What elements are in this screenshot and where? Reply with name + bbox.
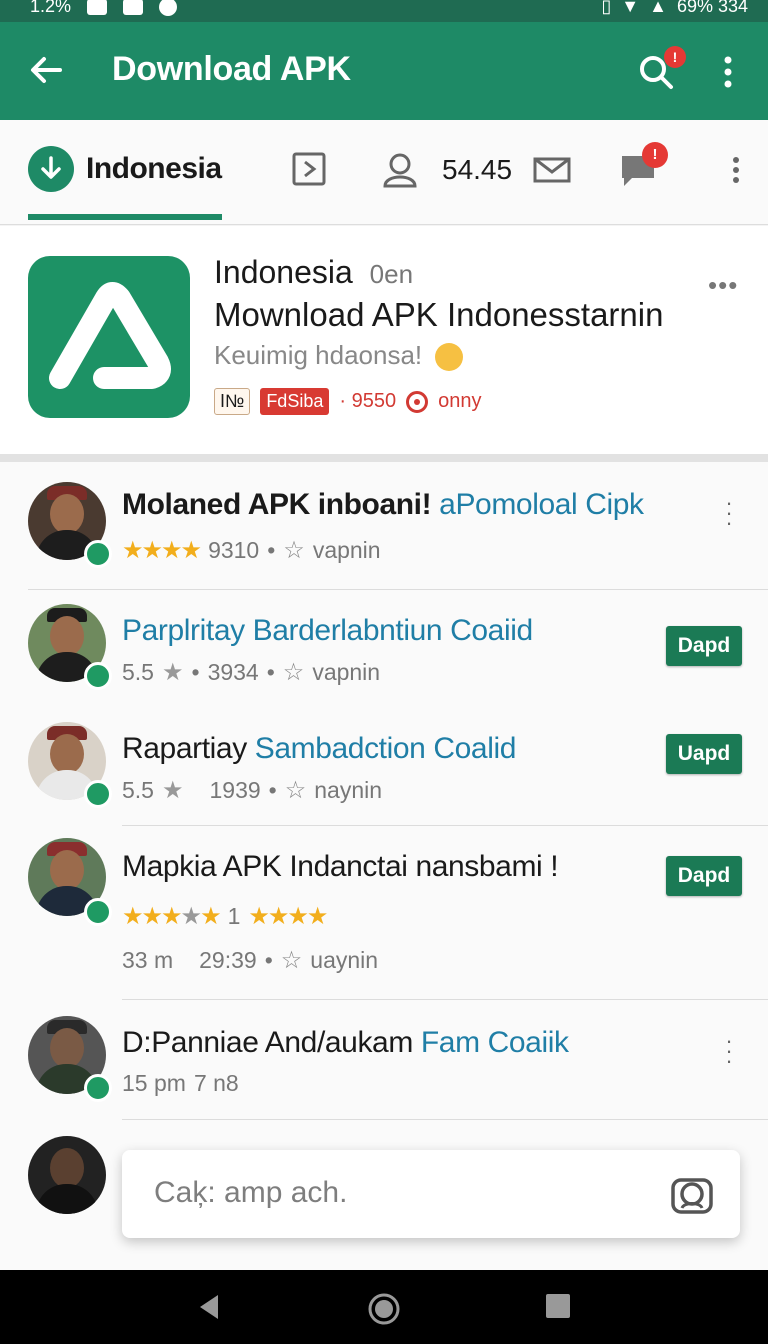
app-bar: Download APK ! bbox=[0, 22, 768, 120]
list-item[interactable]: Mapkia APK Indanctai nansbami ! ★★★★★ 1 … bbox=[0, 826, 768, 1000]
search-notification-badge: ! bbox=[664, 46, 686, 68]
more-vert-icon[interactable]: · · · bbox=[722, 492, 736, 534]
rating-stars-icon: ★★★★ bbox=[122, 537, 202, 564]
app-header-title-row: Indonesia 0en bbox=[214, 254, 413, 291]
search-input[interactable]: Caķ: amp ach. bbox=[154, 1176, 347, 1210]
tab-bar: Indonesia 54.45 ! bbox=[0, 120, 768, 225]
user-icon[interactable] bbox=[380, 150, 420, 190]
verified-icon bbox=[84, 540, 112, 568]
download-icon bbox=[28, 146, 74, 192]
app-name: Mownload APK Indonesstarnin bbox=[214, 296, 664, 333]
list-item-meta: 5.5 ★ 1939 • ☆ naynin bbox=[122, 777, 383, 804]
meta-label: onny bbox=[438, 390, 482, 412]
list-item-meta: 5.5 ★ • 3934 • ☆ vapnin bbox=[122, 659, 381, 686]
verified-icon bbox=[84, 780, 112, 808]
wifi-icon: ▼ bbox=[621, 0, 640, 16]
star-outline-icon: ☆ bbox=[282, 659, 305, 686]
rating-stars-icon: ★★★★ bbox=[248, 903, 328, 930]
app-tagline: Keuimig hdaonsa! bbox=[214, 340, 423, 370]
list-item[interactable]: Molaned APK inboani! aPomoloal Cipk ★★★★… bbox=[0, 462, 768, 590]
flag-icon[interactable] bbox=[290, 150, 330, 190]
star-icon: ★ bbox=[161, 777, 184, 804]
smiley-icon bbox=[435, 343, 464, 372]
more-vert-icon[interactable] bbox=[716, 150, 756, 190]
image-icon bbox=[123, 0, 144, 15]
app-header-title: Indonesia bbox=[214, 254, 353, 290]
back-triangle-icon[interactable] bbox=[196, 1292, 222, 1322]
list-item[interactable]: Rapartiay Sambadction Coalid 5.5 ★ 1939 … bbox=[0, 708, 768, 826]
category-chip[interactable]: FdSiba bbox=[260, 388, 330, 415]
list-item-meta: 15 pm 7 n8 bbox=[122, 1070, 239, 1096]
update-button[interactable]: Uapd bbox=[666, 734, 742, 774]
target-icon bbox=[406, 390, 429, 413]
status-right-text: 69% 334 bbox=[676, 0, 748, 16]
app-meta-row: I№ FdSiba · 9550 onny bbox=[214, 388, 481, 415]
verified-icon bbox=[84, 662, 112, 690]
signal-icon: ▲ bbox=[649, 0, 667, 16]
home-circle-icon[interactable] bbox=[367, 1292, 401, 1326]
rating-stars-icon: ★★★★★ bbox=[122, 903, 222, 930]
mail-icon bbox=[87, 0, 108, 15]
tab-count: 54.45 bbox=[442, 154, 513, 185]
avatar bbox=[28, 1136, 106, 1214]
emoji-icon bbox=[159, 0, 178, 16]
app-list: Molaned APK inboani! aPomoloal Cipk ★★★★… bbox=[0, 462, 768, 1270]
star-outline-icon: ☆ bbox=[284, 777, 307, 804]
tab-home[interactable]: Indonesia bbox=[28, 146, 222, 192]
mail-icon[interactable] bbox=[532, 150, 572, 190]
back-arrow-icon[interactable] bbox=[26, 50, 66, 90]
download-button[interactable]: Dapd bbox=[666, 856, 742, 896]
more-vert-icon[interactable]: · · · bbox=[722, 1030, 736, 1072]
page-title: Download APK bbox=[112, 50, 351, 88]
star-outline-icon: ☆ bbox=[280, 947, 303, 974]
tab-home-label: Indonesia bbox=[86, 152, 222, 185]
star-outline-icon: ☆ bbox=[283, 537, 305, 564]
list-item-title: Rapartiay Sambadction Coalid bbox=[122, 732, 517, 765]
list-item-meta: ★★★★★ 1 ★★★★ bbox=[122, 903, 328, 930]
star-icon: ★ bbox=[161, 659, 184, 686]
battery-percent-text: 1.2% bbox=[30, 0, 72, 16]
vibrate-icon: ▯ bbox=[601, 0, 612, 16]
app-header-title-suffix: 0en bbox=[369, 259, 414, 289]
list-item-meta: ★★★★ 9310 • ☆ vapnin bbox=[122, 537, 381, 564]
more-horiz-icon[interactable]: ••• bbox=[708, 270, 738, 301]
status-bar: 1.2% ▯ ▼ ▲ 69% 334 bbox=[0, 0, 768, 22]
list-item[interactable]: D:Panniae And/aukam Fam Coaiik 15 pm 7 n… bbox=[0, 1000, 768, 1120]
list-item-title: Molaned APK inboani! aPomoloal Cipk bbox=[122, 488, 644, 521]
chat-notification-badge: ! bbox=[642, 142, 668, 168]
search-bar[interactable]: Caķ: amp ach. bbox=[122, 1150, 740, 1238]
verified-icon bbox=[84, 1074, 112, 1102]
camera-search-icon[interactable] bbox=[670, 1172, 714, 1216]
app-header-card: Indonesia 0en Mownload APK Indonesstarni… bbox=[0, 226, 768, 462]
list-item-title: D:Panniae And/aukam Fam Coaiik bbox=[122, 1026, 569, 1059]
verified-icon bbox=[84, 898, 112, 926]
active-tab-indicator bbox=[28, 214, 222, 220]
list-item-title: Parplritay Barderlabntiun Coaiid bbox=[122, 614, 533, 647]
list-item-time-row: 33 m 29:39 • ☆ uaynin bbox=[122, 947, 379, 974]
badge-chip: I№ bbox=[214, 388, 251, 415]
system-nav-bar bbox=[0, 1270, 768, 1344]
list-item-title: Mapkia APK Indanctai nansbami ! bbox=[122, 850, 559, 883]
list-item[interactable]: Parplritay Barderlabntiun Coaiid 5.5 ★ •… bbox=[0, 590, 768, 708]
recents-square-icon[interactable] bbox=[544, 1292, 572, 1320]
app-tagline-row: Keuimig hdaonsa! bbox=[214, 340, 464, 372]
meta-value: · 9550 bbox=[339, 390, 397, 412]
download-button[interactable]: Dapd bbox=[666, 626, 742, 666]
app-logo-icon bbox=[28, 256, 190, 418]
more-vert-icon[interactable] bbox=[716, 52, 740, 92]
